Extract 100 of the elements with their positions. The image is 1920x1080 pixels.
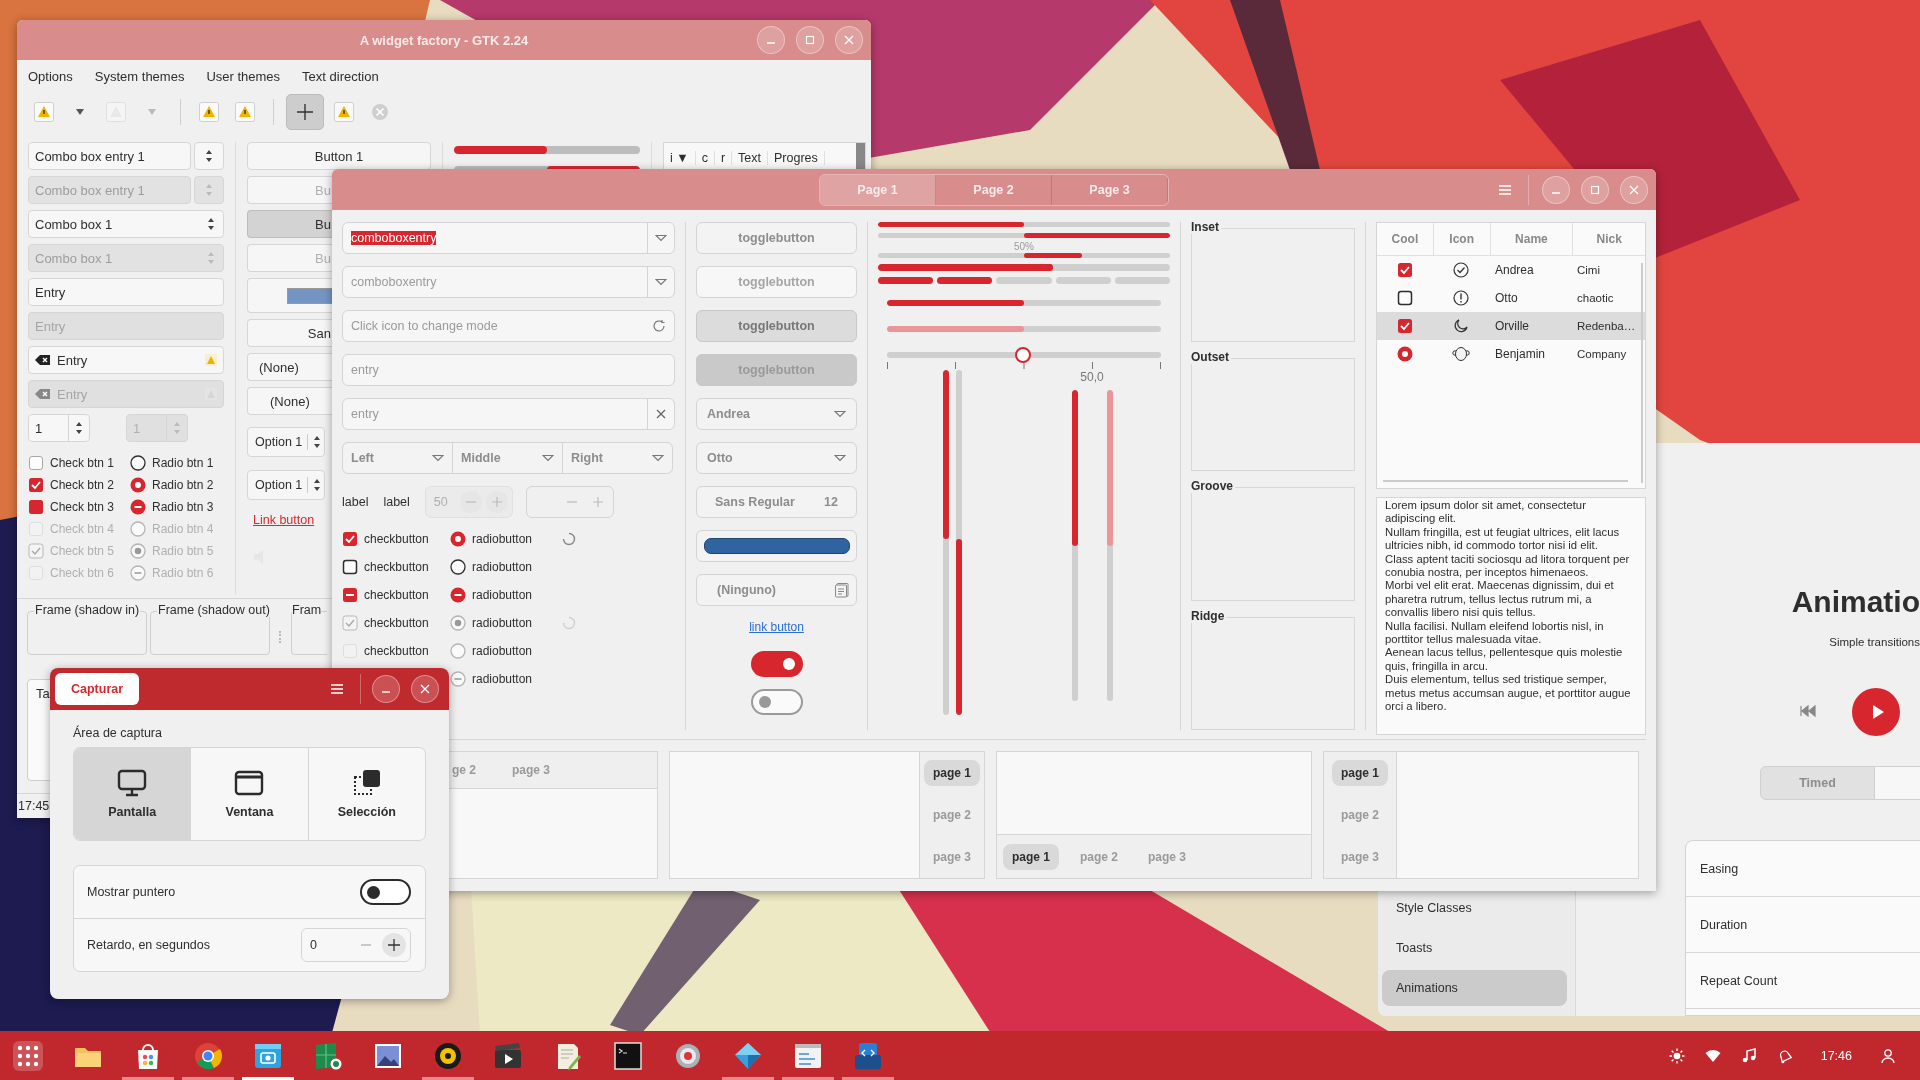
slider-handle[interactable] <box>1015 347 1031 363</box>
menu-item[interactable]: Text direction <box>302 68 379 84</box>
sidebar-item[interactable]: Animations <box>1382 970 1567 1006</box>
sidebar-item[interactable]: Style Classes <box>1382 890 1567 926</box>
scale-fill[interactable] <box>1071 390 1078 546</box>
tab[interactable]: page 1 <box>1332 760 1388 786</box>
entry-input[interactable]: entry <box>343 407 647 421</box>
switch[interactable] <box>750 651 803 677</box>
radio-button[interactable] <box>130 455 146 471</box>
warning-icon[interactable] <box>334 102 354 122</box>
push-button[interactable]: Button 1 <box>247 142 431 170</box>
pane-handle[interactable] <box>279 631 284 643</box>
wifi-icon[interactable] <box>1704 1047 1721 1064</box>
close-button[interactable] <box>1620 175 1648 204</box>
close-button[interactable] <box>411 675 439 703</box>
scrollbar[interactable] <box>1383 480 1628 482</box>
tab[interactable]: page 1 <box>1003 843 1059 870</box>
checkbox[interactable] <box>342 531 358 547</box>
minimize-button[interactable] <box>1542 175 1570 204</box>
text-entry[interactable]: entry <box>342 398 675 430</box>
dropdown[interactable]: Middle <box>452 442 563 474</box>
checkbox[interactable] <box>342 587 358 603</box>
entry-input[interactable]: Click icon to change mode <box>343 319 652 333</box>
music-note-icon[interactable] <box>1740 1047 1757 1064</box>
link-button[interactable]: link button <box>749 620 804 634</box>
mode-button[interactable]: Pantalla <box>74 748 192 840</box>
mode-button[interactable]: Ventana <box>191 748 309 840</box>
checkbox[interactable] <box>1397 318 1413 334</box>
spin-button[interactable]: 1 <box>28 414 90 442</box>
column-header[interactable]: Text <box>732 151 768 165</box>
menu-item[interactable]: User themes <box>206 68 281 84</box>
warning-icon[interactable] <box>235 102 255 122</box>
tab[interactable]: page 1 <box>924 760 980 786</box>
user-icon[interactable] <box>1880 1047 1896 1064</box>
checkbox[interactable] <box>1397 262 1413 278</box>
menu-item[interactable]: System themes <box>94 68 185 84</box>
minimize-button[interactable] <box>372 675 400 703</box>
entry-input[interactable]: comboboxentry <box>343 275 647 289</box>
font-button[interactable]: Sans Regular 12 <box>696 486 857 518</box>
dropdown[interactable]: Andrea <box>696 398 857 430</box>
maximize-button[interactable] <box>796 26 824 54</box>
column-header[interactable]: r <box>714 151 733 165</box>
maximize-button[interactable] <box>1581 175 1609 204</box>
link-button[interactable]: Link button <box>253 513 315 527</box>
radio-button[interactable] <box>450 531 466 547</box>
switch[interactable] <box>360 879 411 905</box>
toggle-button[interactable]: togglebutton <box>696 310 857 342</box>
increment-button[interactable] <box>382 933 406 957</box>
minimize-button[interactable] <box>757 26 785 54</box>
text-view[interactable] <box>1376 497 1646 735</box>
switch[interactable] <box>750 689 803 715</box>
radio-button[interactable] <box>130 499 146 515</box>
tab[interactable]: Capturar <box>55 673 140 705</box>
radio-button[interactable] <box>450 587 466 603</box>
text-entry[interactable]: Click icon to change mode <box>342 310 675 342</box>
checkbox[interactable] <box>28 477 44 493</box>
text-entry[interactable]: entry <box>342 354 675 386</box>
brightness-icon[interactable] <box>1668 1047 1685 1064</box>
clear-icon[interactable] <box>35 354 51 366</box>
toggle-button[interactable]: togglebutton <box>696 222 857 254</box>
warning-icon[interactable] <box>199 102 219 122</box>
tree-row[interactable]: Otto chaotic <box>1377 284 1645 312</box>
push-button[interactable]: Bu <box>247 210 332 238</box>
spin-button[interactable]: 0 <box>301 928 411 962</box>
scrollbar[interactable] <box>1641 263 1643 483</box>
column-header[interactable]: Name <box>1490 223 1574 255</box>
warning-icon[interactable] <box>205 354 217 366</box>
spin-arrows-button[interactable] <box>194 142 224 170</box>
font-button[interactable]: San <box>247 319 332 347</box>
mode-button[interactable]: Selección <box>308 748 425 840</box>
text-entry[interactable]: Entry <box>28 346 224 374</box>
play-button[interactable] <box>1852 688 1900 736</box>
checkbox[interactable] <box>342 559 358 575</box>
column-header[interactable]: Cool <box>1377 223 1434 255</box>
refresh-icon[interactable] <box>652 319 666 333</box>
radio-button[interactable] <box>450 559 466 575</box>
menu-item[interactable]: Options <box>28 68 73 84</box>
checkbox[interactable] <box>28 499 44 515</box>
combo-box[interactable]: Option 1 <box>247 470 325 500</box>
skip-back-button[interactable] <box>1800 704 1816 720</box>
sidebar-item[interactable]: Toasts <box>1382 930 1567 966</box>
tree-row[interactable]: Andrea Cimi <box>1377 256 1645 284</box>
mode-toggle[interactable]: Timed <box>1760 766 1875 800</box>
combo-box[interactable]: (None) <box>247 353 332 381</box>
dropdown[interactable]: Left <box>342 442 453 474</box>
tree-row[interactable]: Benjamin Company <box>1377 340 1645 368</box>
dropdown[interactable]: Right <box>562 442 673 474</box>
column-header[interactable]: Icon <box>1433 223 1491 255</box>
combo-entry[interactable]: comboboxentry <box>342 266 675 298</box>
entry-input[interactable]: entry <box>343 363 674 377</box>
close-button[interactable] <box>835 26 863 54</box>
file-button[interactable]: (None) <box>247 387 332 415</box>
combo-entry[interactable]: Combo box entry 1 <box>28 142 191 170</box>
color-button[interactable] <box>247 278 332 313</box>
radio-button[interactable] <box>1397 346 1413 362</box>
tree-row[interactable]: Orville Redenba… <box>1377 312 1645 340</box>
checkbox[interactable] <box>28 455 44 471</box>
dropdown[interactable]: Otto <box>696 442 857 474</box>
column-header[interactable]: i ▼ <box>664 151 696 165</box>
text-entry[interactable]: Entry <box>28 278 224 306</box>
